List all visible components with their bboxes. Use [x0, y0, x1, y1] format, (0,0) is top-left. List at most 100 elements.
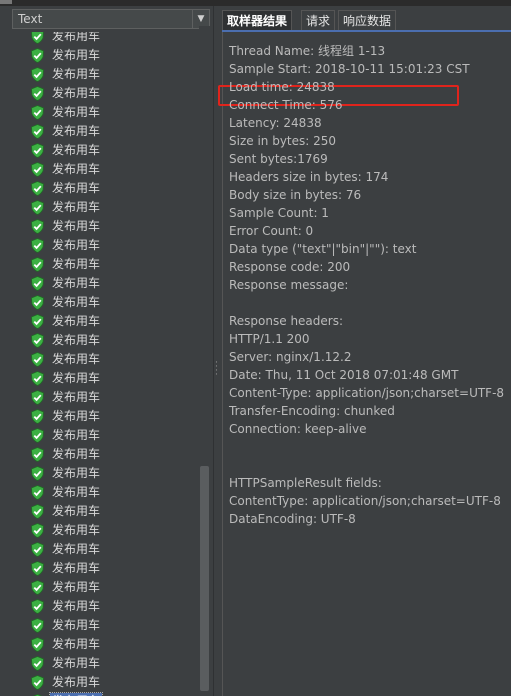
result-line: Sent bytes:1769	[229, 152, 328, 166]
result-detail-panel: 取样器结果 请求 响应数据 Thread Name: 线程组 1-13 Sampl…	[218, 6, 511, 696]
top-edge-mark	[0, 0, 12, 4]
tree-item[interactable]: 发布用车	[12, 350, 197, 369]
tree-item-label: 发布用车	[52, 637, 101, 651]
tree-item[interactable]: 发布用车	[12, 407, 197, 426]
results-tree-panel: Text ▼ 发布用车 发布用车 发布用车 发布用车 发布用车 发布用车 发布用车 发布用车发…	[0, 6, 213, 696]
result-line: HTTP/1.1 200	[229, 332, 310, 346]
tree-item[interactable]: 发布用车	[12, 103, 197, 122]
tree-item-label: 发布用车	[52, 105, 101, 119]
tree-scrollbar-thumb[interactable]	[200, 466, 209, 691]
tree-item[interactable]: 发布用车	[12, 160, 197, 179]
check-shield-icon	[30, 352, 45, 367]
check-shield-icon	[30, 333, 45, 348]
tree-item[interactable]: 发布用车	[12, 312, 197, 331]
tree-item[interactable]: 发布用车	[12, 388, 197, 407]
tree-item[interactable]: 发布用车	[12, 597, 197, 616]
check-shield-icon	[30, 181, 45, 196]
tree-item[interactable]: 发布用车	[12, 616, 197, 635]
result-line: DataEncoding: UTF-8	[229, 512, 356, 526]
check-shield-icon	[30, 561, 45, 576]
tab-response-data[interactable]: 响应数据	[338, 10, 397, 30]
tree-item-label: 发布用车	[52, 428, 101, 442]
check-shield-icon	[30, 219, 45, 234]
check-shield-icon	[30, 675, 45, 690]
result-line: Response headers:	[229, 314, 344, 328]
tree-item[interactable]: 发布用车	[12, 483, 197, 502]
result-line: Data type ("text"|"bin"|""): text	[229, 242, 417, 256]
tree-item[interactable]: 发布用车	[12, 559, 197, 578]
tree-item[interactable]: 发布用车	[12, 369, 197, 388]
renderer-select[interactable]: Text ▼	[12, 9, 210, 29]
tree-item[interactable]: 发布用车	[12, 540, 197, 559]
tree-item[interactable]: 发布用车	[12, 46, 197, 65]
tree-item-label: 发布用车	[52, 86, 101, 100]
tree-item[interactable]: 发布用车	[12, 635, 197, 654]
check-shield-icon	[30, 48, 45, 63]
result-line: Response code: 200	[229, 260, 351, 274]
tree-item[interactable]: 发布用车	[12, 122, 197, 141]
result-line: Transfer-Encoding: chunked	[229, 404, 395, 418]
check-shield-icon	[30, 656, 45, 671]
check-shield-icon	[30, 143, 45, 158]
check-shield-icon	[30, 86, 45, 101]
result-line: Body size in bytes: 76	[229, 188, 362, 202]
result-line: Load time: 24838	[229, 80, 335, 94]
tab-sampler-result[interactable]: 取样器结果	[222, 10, 293, 30]
tree-item[interactable]: 发布用车	[12, 521, 197, 540]
check-shield-icon	[30, 314, 45, 329]
tree-item-label: 发布用车	[52, 523, 101, 537]
check-shield-icon	[30, 618, 45, 633]
result-line: ContentType: application/json;charset=UT…	[229, 494, 501, 508]
tree-item-label: 发布用车	[52, 352, 101, 366]
tree-item[interactable]: 发布用车	[12, 141, 197, 160]
tree-item-label: 发布用车	[52, 124, 101, 138]
tree-item[interactable]: 发布用车	[12, 65, 197, 84]
result-line: Date: Thu, 11 Oct 2018 07:01:48 GMT	[229, 368, 459, 382]
tree-item[interactable]: 发布用车	[12, 293, 197, 312]
check-shield-icon	[30, 485, 45, 500]
check-shield-icon	[30, 409, 45, 424]
tab-request[interactable]: 请求	[301, 10, 336, 30]
tree-item-label: 发布用车	[52, 295, 101, 309]
tree-scrollbar[interactable]	[199, 26, 210, 696]
check-shield-icon	[30, 542, 45, 557]
tree-item[interactable]: 发布用车	[12, 331, 197, 350]
check-shield-icon	[30, 295, 45, 310]
tree-item[interactable]: 发布用车	[12, 179, 197, 198]
result-line: Error Count: 0	[229, 224, 314, 238]
tree-item[interactable]: 发布用车	[12, 502, 197, 521]
tree-item[interactable]: 发布用车	[12, 236, 197, 255]
tree-item-label: 发布用车	[52, 143, 101, 157]
tree-item[interactable]: 发布用车	[12, 426, 197, 445]
check-shield-icon	[30, 276, 45, 291]
tree-item-label: 发布用车	[52, 504, 101, 518]
sample-results-tree[interactable]: 发布用车 发布用车 发布用车 发布用车 发布用车 发布用车 发布用车 发布用车 发布用车 发布用车…	[12, 32, 197, 696]
tree-item[interactable]: 发布用车	[12, 274, 197, 293]
tree-item[interactable]: 发布用车	[12, 578, 197, 597]
split-pane-divider[interactable]: · · · ·	[213, 6, 222, 696]
tree-item-label: 发布用车	[52, 580, 101, 594]
tree-item[interactable]: 发布用车	[12, 255, 197, 274]
tree-item[interactable]: 发布用车	[12, 445, 197, 464]
tree-item-label: 发布用车	[52, 561, 101, 575]
detail-tabs: 取样器结果 请求 响应数据	[222, 10, 511, 30]
tree-item-label: 发布用车	[52, 219, 101, 233]
tree-item[interactable]: 发布用车	[12, 84, 197, 103]
check-shield-icon	[30, 32, 45, 44]
check-shield-icon	[30, 390, 45, 405]
result-line: Sample Start: 2018-10-11 15:01:23 CST	[229, 62, 470, 76]
tree-item[interactable]: 发布用车	[12, 217, 197, 236]
tree-item[interactable]: 发布用车	[12, 32, 197, 46]
tree-item-label: 发布用车	[52, 409, 101, 423]
tree-item[interactable]: 发布用车	[12, 673, 197, 692]
tree-item[interactable]: 发布用车	[12, 692, 197, 696]
sampler-result-text[interactable]: Thread Name: 线程组 1-13 Sample Start: 2018-…	[218, 32, 511, 696]
check-shield-icon	[30, 428, 45, 443]
tree-item-label: 发布用车	[52, 162, 101, 176]
tree-item[interactable]: 发布用车	[12, 654, 197, 673]
tree-item[interactable]: 发布用车	[12, 464, 197, 483]
tree-item[interactable]: 发布用车	[12, 198, 197, 217]
check-shield-icon	[30, 447, 45, 462]
check-shield-icon	[30, 504, 45, 519]
check-shield-icon	[30, 580, 45, 595]
